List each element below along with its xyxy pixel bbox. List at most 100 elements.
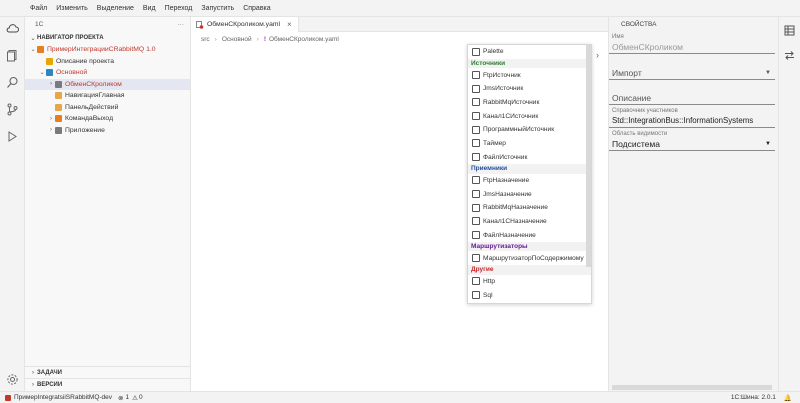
tree-item[interactable]: ⌄ ПримерИнтеграцииСRabbitMQ 1.0	[25, 44, 190, 56]
menu-item[interactable]: Справка	[243, 5, 270, 12]
palette-item[interactable]: Sql	[468, 288, 591, 302]
chevron-right-icon[interactable]: ›	[596, 50, 599, 60]
warning-icon[interactable]: ⚠	[132, 394, 138, 402]
project-name[interactable]: ПримерIntegratsiiSRabbitMQ-dev	[14, 394, 112, 401]
palette-item[interactable]: Http	[468, 275, 591, 289]
search-icon[interactable]	[4, 74, 21, 91]
palette-item[interactable]: МаршрутизаторПоСодержимому	[468, 251, 591, 265]
palette-item[interactable]: Канал1СНазначение	[468, 215, 591, 229]
breadcrumb-item[interactable]: ОбменСКроликом.yaml	[269, 36, 339, 43]
tree-item[interactable]: › Приложение	[25, 125, 190, 137]
menu-item[interactable]: Изменить	[56, 5, 88, 12]
project-tree: ⌄ ПримерИнтеграцииСRabbitMQ 1.0 Описание п…	[25, 44, 190, 136]
tree-item[interactable]: ⌄ Основной	[25, 67, 190, 79]
palette-panel: Palette Источники FtpИсточник JmsИсточник Ra…	[467, 44, 592, 304]
participants-field[interactable]: Std::IntegrationBus::InformationSystems	[609, 114, 775, 128]
palette-item[interactable]: Таймер	[468, 137, 591, 151]
palette-item[interactable]: FtpИсточник	[468, 68, 591, 82]
breadcrumb-item[interactable]: Основной	[222, 36, 252, 43]
yaml-warning-icon: !	[263, 35, 266, 43]
tree-item[interactable]: › КомандаВыход	[25, 113, 190, 125]
palette-scrollbar[interactable]	[586, 45, 591, 267]
scope-select[interactable]: Подсистема ▼	[609, 137, 775, 151]
run-debug-icon[interactable]	[4, 128, 21, 145]
explorer-icon[interactable]	[4, 47, 21, 64]
router-icon	[472, 254, 480, 263]
versions-section-header[interactable]: › ВЕРСИИ	[25, 379, 191, 391]
notifications-bell-icon[interactable]: 🔔	[784, 394, 792, 402]
menu-item[interactable]: Переход	[165, 5, 193, 12]
menu-item[interactable]: Запустить	[201, 5, 234, 12]
palette-item-label: Таймер	[483, 139, 506, 147]
palette-item[interactable]: RabbitMqНазначение	[468, 201, 591, 215]
import-select[interactable]: Импорт ▼	[609, 66, 775, 80]
channel-1c-icon	[472, 217, 480, 226]
chevron-right-icon[interactable]: ›	[47, 81, 55, 87]
sidebar-title: 1С	[35, 21, 44, 28]
project-navigator-header[interactable]: ⌄ НАВИГАТОР ПРОЕКТА	[25, 32, 190, 44]
warning-count: 0	[138, 394, 143, 401]
rabbitmq-icon	[472, 98, 480, 107]
palette-item-label: ФайлИсточник	[483, 153, 528, 161]
palette-item-label: Http	[483, 277, 496, 285]
table-icon[interactable]	[781, 22, 798, 39]
jms-icon	[472, 190, 480, 199]
palette-item[interactable]: ГруппаУнисходы	[468, 302, 591, 303]
error-icon[interactable]: ⊗	[118, 394, 123, 402]
cloud-icon[interactable]	[4, 20, 21, 37]
palette-group-header: Маршрутизаторы	[468, 241, 591, 252]
chevron-down-icon[interactable]: ⌄	[38, 69, 46, 76]
version-status[interactable]: 1С:Шина: 2.0.1	[731, 394, 776, 401]
source-control-icon[interactable]	[4, 101, 21, 118]
file-icon	[472, 153, 480, 162]
tree-item-label: НавигацияГлавная	[65, 92, 125, 100]
yaml-file-icon	[196, 20, 204, 29]
palette-item[interactable]: Канал1СИсточник	[468, 109, 591, 123]
settings-gear-icon[interactable]	[4, 371, 21, 388]
chevron-right-icon[interactable]: ›	[47, 116, 55, 122]
palette-item[interactable]: Palette	[468, 45, 591, 59]
tree-item[interactable]: › ОбменСКроликом	[25, 78, 190, 90]
file-icon	[472, 231, 480, 240]
module-icon	[46, 69, 53, 77]
palette-item[interactable]: JmsИсточник	[468, 82, 591, 96]
ftp-icon	[472, 176, 480, 185]
palette-item[interactable]: RabbitMqИсточник	[468, 96, 591, 110]
navigation-icon	[55, 92, 62, 100]
palette-group-header: Другие	[468, 265, 591, 275]
palette-item[interactable]: ФайлНазначение	[468, 228, 591, 242]
tab-exchange-yaml[interactable]: ОбменСКроликом.yaml ×	[191, 17, 299, 32]
menu-item[interactable]: Файл	[30, 5, 47, 12]
caret-down-icon: ▼	[765, 69, 771, 76]
tree-item[interactable]: ПанельДействий	[25, 102, 190, 114]
tab-label: ОбменСКроликом.yaml	[207, 21, 281, 28]
palette-item[interactable]: FtpНазначение	[468, 174, 591, 188]
close-icon[interactable]: ×	[287, 20, 292, 29]
tree-item-label: Основной	[56, 69, 88, 77]
properties-scrollbar[interactable]	[612, 385, 772, 390]
palette-item-label: Канал1СИсточник	[483, 112, 539, 120]
palette-item[interactable]: ФайлИсточник	[468, 150, 591, 164]
palette-item[interactable]: JmsНазначение	[468, 187, 591, 201]
palette-item-label: Sql	[483, 291, 493, 299]
menu-item[interactable]: Вид	[143, 5, 156, 12]
swap-icon[interactable]	[781, 47, 798, 64]
editor-area: ОбменСКроликом.yaml × src › Основной › !…	[191, 17, 608, 391]
name-field[interactable]: ОбменСКроликом	[609, 40, 775, 54]
tasks-label: ЗАДАЧИ	[37, 370, 62, 376]
tree-item[interactable]: НавигацияГлавная	[25, 90, 190, 102]
chevron-down-icon[interactable]: ⌄	[29, 46, 37, 53]
tree-item[interactable]: Описание проекта	[25, 56, 190, 68]
palette-item[interactable]: ПрограммныйИсточник	[468, 123, 591, 137]
more-actions-icon[interactable]: ···	[178, 21, 185, 28]
gear-icon	[46, 57, 53, 65]
palette-item-label: RabbitMqНазначение	[483, 204, 548, 212]
tree-item-label: КомандаВыход	[65, 115, 114, 123]
description-field[interactable]: Описание	[609, 91, 775, 105]
chevron-right-icon[interactable]: ›	[47, 127, 55, 133]
ftp-icon	[472, 71, 480, 80]
description-value: Описание	[612, 92, 652, 103]
chevron-down-icon: ⌄	[30, 35, 36, 42]
menu-item[interactable]: Выделение	[97, 5, 134, 12]
breadcrumb-item[interactable]: src	[201, 36, 210, 43]
